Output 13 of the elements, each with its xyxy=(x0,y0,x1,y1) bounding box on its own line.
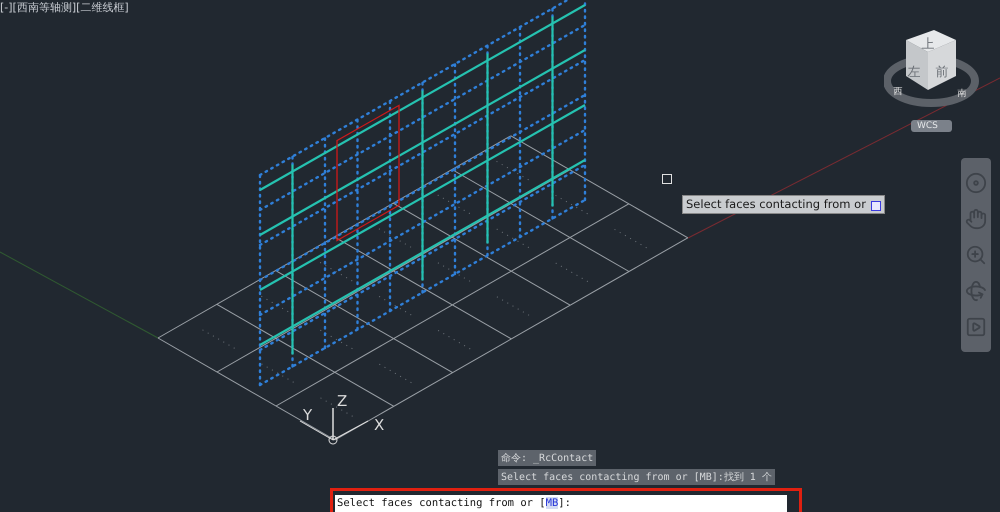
compass-label[interactable]: 西 xyxy=(894,87,902,97)
compass-label[interactable]: 南 xyxy=(958,89,966,99)
viewcube-face-label[interactable]: 左 xyxy=(908,65,920,80)
command-option[interactable]: MB xyxy=(546,497,558,509)
axis-label: X xyxy=(374,416,384,434)
viewport-label[interactable]: [-][西南等轴测][二维线框] xyxy=(0,0,129,15)
tooltip: Select faces contacting from or xyxy=(682,195,885,214)
viewcube-face-label[interactable]: 前 xyxy=(936,65,948,80)
command-input[interactable]: Select faces contacting from or [MB]: xyxy=(335,495,787,512)
viewcube-face-label[interactable]: 上 xyxy=(922,37,934,52)
coordinate-system-menu[interactable]: WCS xyxy=(911,120,952,132)
axis-label: Z xyxy=(337,392,348,410)
axis-label: Y xyxy=(303,406,312,424)
